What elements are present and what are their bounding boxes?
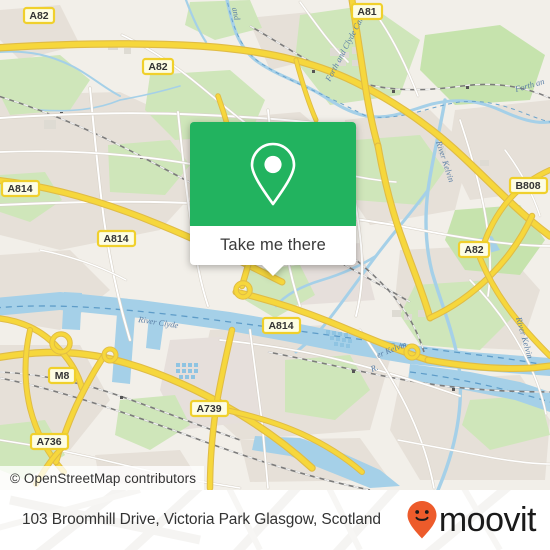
svg-text:A739: A739 [196, 403, 221, 415]
svg-text:A814: A814 [7, 183, 32, 195]
osm-attribution-text: © OpenStreetMap contributors [10, 470, 197, 486]
callout-icon-panel [190, 122, 356, 226]
svg-text:A82: A82 [29, 10, 48, 22]
callout-pointer-tail [262, 265, 284, 276]
map-share-card: .bg { fill:#f2efe9; } .park { fill:#cfe6… [0, 0, 550, 550]
moovit-logo[interactable]: moovit [406, 500, 537, 540]
svg-text:A814: A814 [103, 233, 128, 245]
svg-text:M8: M8 [55, 370, 70, 382]
svg-text:A736: A736 [36, 436, 61, 448]
moovit-wordmark: moovit [438, 501, 537, 539]
take-me-there-callout[interactable]: Take me there [190, 122, 356, 276]
svg-text:B808: B808 [515, 180, 540, 192]
svg-text:A82: A82 [464, 244, 483, 256]
address-text: 103 Broomhill Drive, Victoria Park Glasg… [22, 511, 381, 528]
svg-text:A82: A82 [148, 61, 167, 73]
svg-text:A81: A81 [357, 6, 376, 18]
location-pin-icon [250, 142, 296, 206]
svg-text:A814: A814 [268, 320, 293, 332]
moovit-smiley-pin-icon [407, 501, 437, 539]
take-me-there-label: Take me there [220, 236, 326, 254]
osm-attribution[interactable]: © OpenStreetMap contributors [0, 466, 205, 490]
footer-bar: 103 Broomhill Drive, Victoria Park Glasg… [0, 490, 550, 550]
callout-action-panel[interactable]: Take me there [190, 226, 356, 276]
